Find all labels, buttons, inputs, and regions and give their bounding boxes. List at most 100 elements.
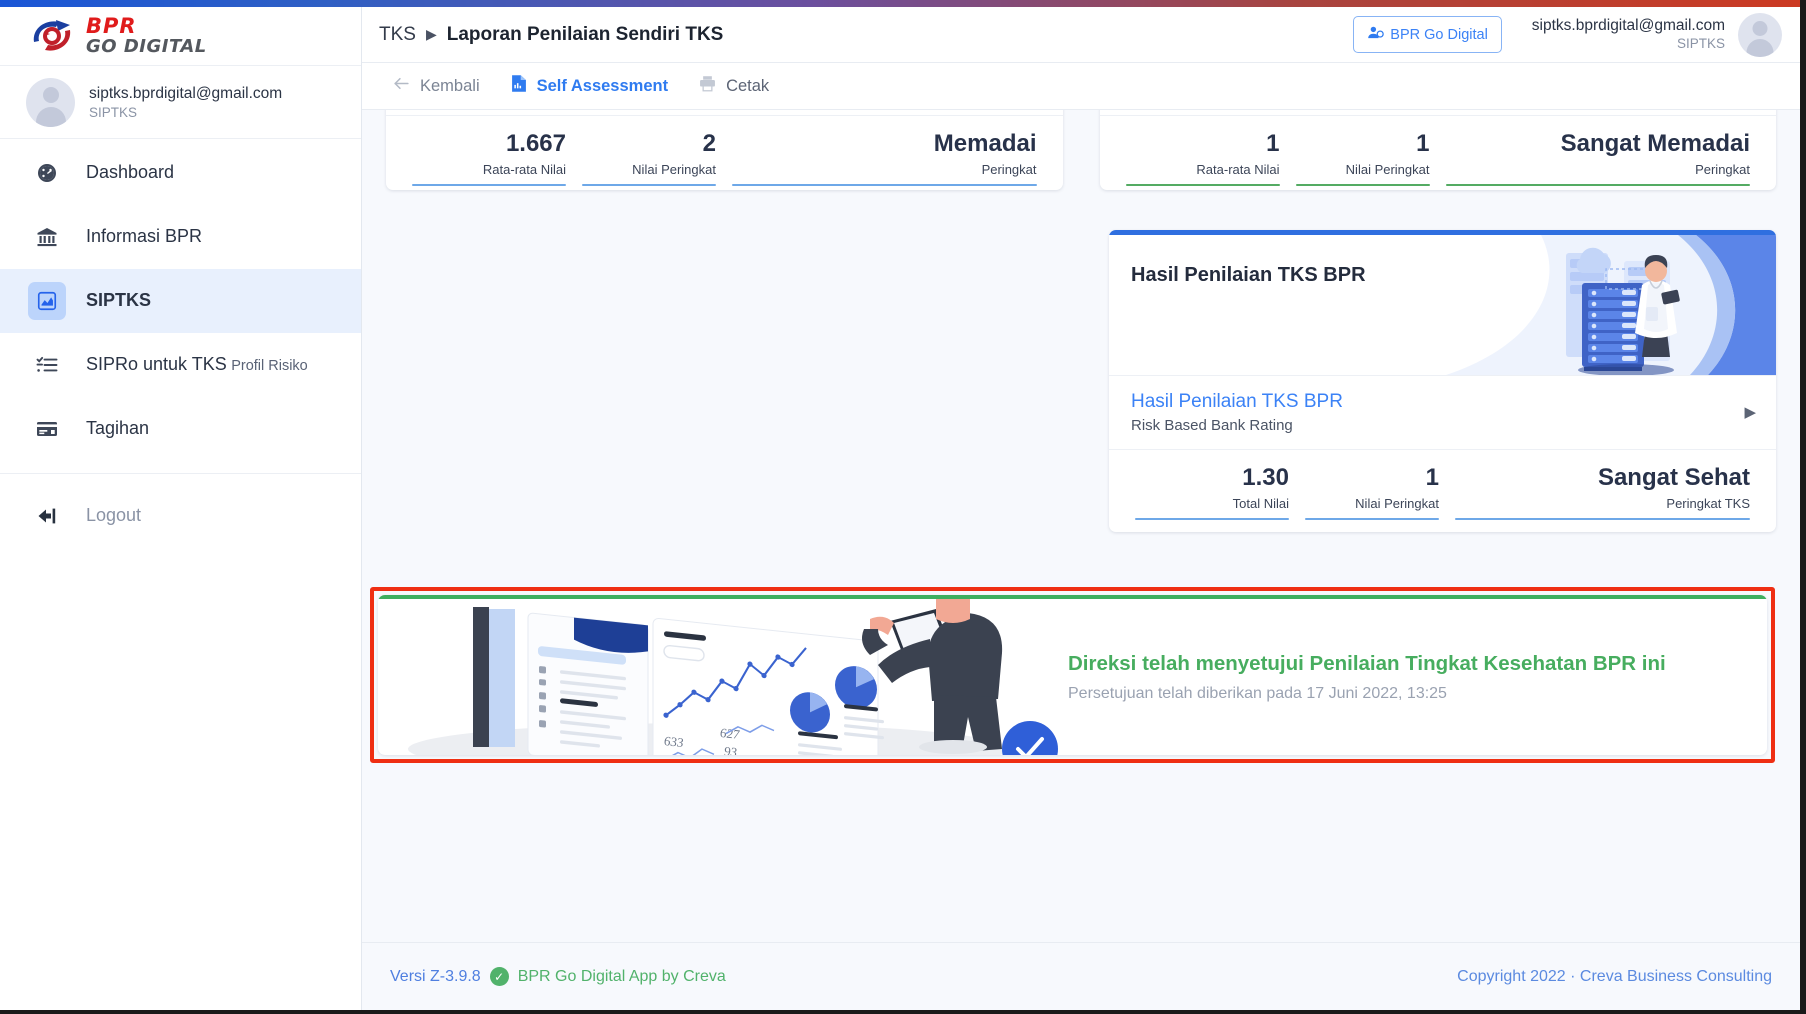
header-user-role: SIPTKS: [1676, 35, 1725, 51]
stat-nilai-peringkat: 1 Nilai Peringkat: [1288, 130, 1438, 186]
approval-banner: 633 627 93 Direksi telah menyetujui Peni…: [378, 594, 1767, 755]
self-assessment-label: Self Assessment: [536, 76, 669, 95]
rank-card-rentabilitas: Peringkat Rentabilitas 1.667 Rata-rata N…: [386, 110, 1063, 190]
stat-value: Sangat Sehat: [1597, 464, 1750, 492]
document-chart-icon: [510, 74, 528, 98]
sidebar-item-sipro-untuk-tks[interactable]: SIPRo untuk TKS Profil Risiko: [0, 333, 361, 397]
page-title: Laporan Penilaian Sendiri TKS: [446, 23, 724, 45]
stat-underline: [1135, 517, 1289, 520]
header-user-info[interactable]: siptks.bprdigital@gmail.com SIPTKS: [1532, 16, 1725, 52]
stat-rata-rata-nilai: 1.667 Rata-rata Nilai: [404, 130, 574, 186]
approval-subtitle: Persetujuan telah diberikan pada 17 Juni…: [1068, 684, 1447, 702]
bpr-logo-icon: [26, 16, 80, 56]
avatar[interactable]: [1738, 12, 1782, 57]
brand-logo[interactable]: BPR GO DIGITAL: [0, 7, 361, 66]
printer-icon: [698, 74, 717, 98]
arrow-left-icon: [392, 74, 411, 98]
sidebar-item-label: Dashboard: [86, 162, 175, 183]
bank-icon: [28, 218, 66, 256]
sidebar-user-role: SIPTKS: [89, 105, 138, 121]
credit-card-icon: [28, 410, 66, 448]
tks-result-card: Hasil Penilaian TKS BPR Hasil Penilaian …: [1109, 229, 1776, 532]
header-user-email: siptks.bprdigital@gmail.com: [1531, 17, 1725, 35]
check-circle-icon: ✓: [489, 967, 509, 986]
stat-value: 1.667: [505, 130, 566, 157]
stat-value: 1: [1266, 130, 1280, 157]
stat-label: Rata-rata Nilai: [482, 161, 566, 177]
print-button[interactable]: Cetak: [698, 74, 769, 98]
bpr-go-digital-label: BPR Go Digital: [1390, 26, 1488, 43]
action-toolbar: Kembali Self Assessment Cetak: [362, 63, 1800, 110]
sidebar-item-label: Informasi BPR: [86, 226, 203, 247]
sidebar-item-siptks[interactable]: SIPTKS: [0, 269, 361, 333]
sidebar-item-label: SIPRo untuk TKS: [86, 354, 227, 375]
svg-text:633: 633: [664, 733, 684, 750]
sidebar-divider: [0, 473, 361, 474]
tks-link-row[interactable]: Hasil Penilaian TKS BPR Risk Based Bank …: [1109, 374, 1776, 450]
approval-banner-highlight: 633 627 93 Direksi telah menyetujui Peni…: [370, 586, 1775, 763]
app-window: BPR GO DIGITAL siptks.bprdigital@gmail.c…: [0, 0, 1806, 1014]
stat-label: Peringkat: [1695, 161, 1750, 177]
datacenter-illustration-icon: [1446, 234, 1776, 375]
stat-underline: [1445, 183, 1750, 186]
stat-value: 1.30: [1242, 464, 1289, 492]
chevron-right-icon: ▶: [425, 26, 437, 42]
brand-name-top: BPR: [86, 14, 137, 38]
sidebar-item-tagihan[interactable]: Tagihan: [0, 397, 361, 461]
page-header: TKS ▶ Laporan Penilaian Sendiri TKS BPR …: [362, 7, 1800, 63]
back-button[interactable]: Kembali: [392, 74, 480, 98]
approval-title: Direksi telah menyetujui Penilaian Tingk…: [1068, 652, 1666, 676]
analytics-presentation-illustration-icon: 633 627 93: [378, 598, 1058, 755]
sidebar-item-label: SIPTKS: [86, 290, 152, 311]
copyright-label: Copyright 2022 · Creva Business Consulti…: [1457, 967, 1772, 985]
stat-rata-rata-nilai: 1 Rata-rata Nilai: [1118, 130, 1288, 186]
avatar: [26, 77, 75, 127]
stat-nilai-peringkat: 2 Nilai Peringkat: [574, 130, 724, 186]
back-label: Kembali: [420, 76, 480, 95]
stat-label: Total Nilai: [1232, 495, 1289, 511]
sidebar-item-logout[interactable]: Logout: [0, 484, 361, 548]
chevron-right-icon[interactable]: ▶: [1744, 403, 1756, 421]
sidebar-item-label: Tagihan: [86, 418, 150, 439]
sidebar: BPR GO DIGITAL siptks.bprdigital@gmail.c…: [0, 7, 362, 1010]
stat-underline: [412, 183, 566, 186]
tks-hero: Hasil Penilaian TKS BPR: [1109, 234, 1776, 375]
brand-name-bottom: GO DIGITAL: [86, 36, 207, 57]
sidebar-nav: Dashboard Informasi BPR SIPTKS SIPRo unt…: [0, 139, 361, 548]
stat-underline: [732, 183, 1037, 186]
tks-link-title: Hasil Penilaian TKS BPR: [1131, 390, 1343, 412]
sidebar-item-sublabel: Profil Risiko: [231, 358, 308, 375]
stat-peringkat: Sangat Memadai Peringkat: [1438, 130, 1759, 186]
stat-peringkat: Memadai Peringkat: [724, 130, 1045, 186]
tks-stats-row: 1.30 Total Nilai 1 Nilai Peringkat Sanga…: [1109, 449, 1776, 532]
sidebar-user-card[interactable]: siptks.bprdigital@gmail.com SIPTKS: [0, 66, 361, 139]
stat-underline: [1295, 183, 1430, 186]
tks-hero-title: Hasil Penilaian TKS BPR: [1131, 263, 1366, 286]
print-label: Cetak: [726, 76, 770, 95]
browser-accent-strip: [0, 0, 1800, 7]
bpr-go-digital-button[interactable]: BPR Go Digital: [1353, 16, 1502, 53]
stat-underline: [1305, 517, 1439, 520]
sidebar-item-dashboard[interactable]: Dashboard: [0, 141, 361, 205]
stat-label: Rata-rata Nilai: [1196, 161, 1280, 177]
stat-underline: [582, 183, 716, 186]
stat-label: Peringkat TKS: [1666, 495, 1750, 511]
chart-area-icon: [28, 282, 66, 320]
sidebar-item-informasi-bpr[interactable]: Informasi BPR: [0, 205, 361, 269]
version-label: Versi Z-3.9.8: [390, 967, 481, 985]
self-assessment-button[interactable]: Self Assessment: [510, 74, 668, 98]
svg-text:93: 93: [724, 743, 737, 755]
breadcrumb: TKS ▶ Laporan Penilaian Sendiri TKS: [362, 24, 723, 46]
breadcrumb-root[interactable]: TKS: [379, 24, 416, 46]
sidebar-item-label: Logout: [86, 505, 142, 526]
stat-total-nilai: 1.30 Total Nilai: [1127, 464, 1297, 520]
header-right: BPR Go Digital siptks.bprdigital@gmail.c…: [1353, 12, 1800, 57]
rank-card-permodalan: Peringkat Permodalan 1 Rata-rata Nilai 1…: [1099, 110, 1776, 190]
tks-link-subtitle: Risk Based Bank Rating: [1131, 417, 1293, 435]
stat-underline: [1455, 517, 1750, 520]
stat-underline: [1125, 183, 1280, 186]
logout-icon: [28, 497, 66, 535]
checklist-icon: [28, 346, 66, 384]
sidebar-user-email: siptks.bprdigital@gmail.com: [89, 84, 283, 102]
stat-value: 1: [1425, 464, 1439, 492]
